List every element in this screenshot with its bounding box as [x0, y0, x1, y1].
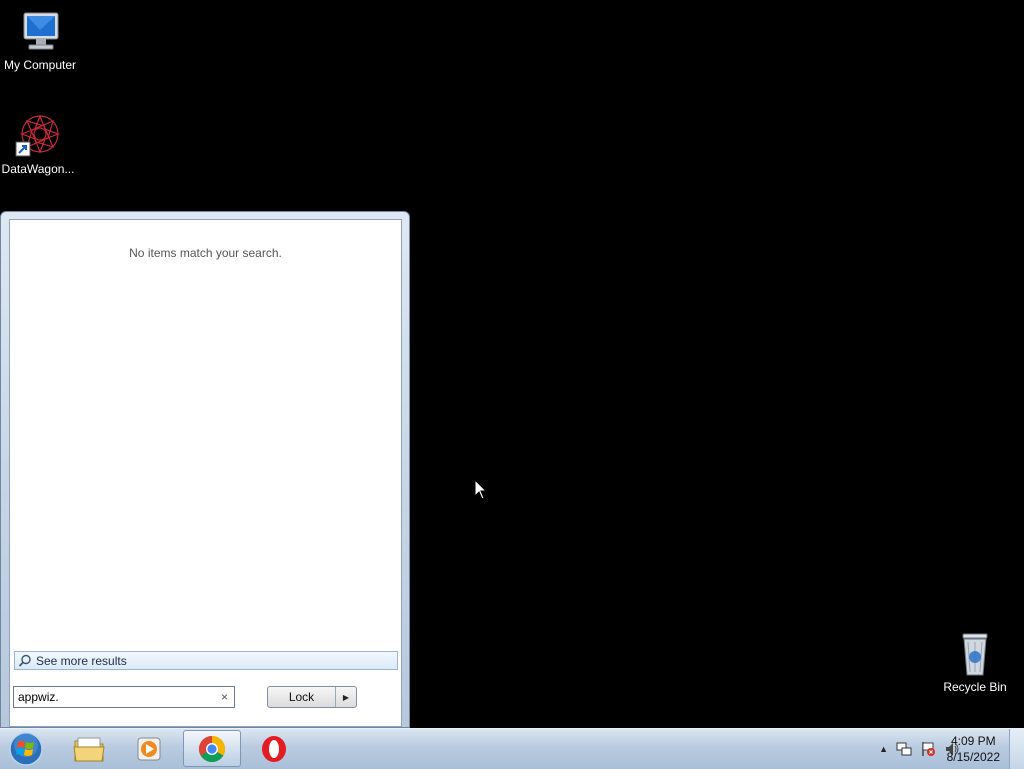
- desktop-icon-recycle-bin[interactable]: Recycle Bin: [935, 630, 1015, 694]
- media-player-icon: [137, 737, 161, 760]
- computer-icon: [23, 12, 59, 50]
- opera-icon: [262, 735, 286, 762]
- recycle-bin-icon: [962, 633, 988, 676]
- datawagon-shortcut-icon: [15, 114, 60, 157]
- see-more-results-button[interactable]: See more results: [14, 651, 398, 670]
- taskbar-chrome[interactable]: [183, 730, 241, 767]
- start-menu: No items match your search. See more res…: [0, 211, 410, 728]
- clear-search-icon[interactable]: ×: [221, 690, 228, 704]
- search-results-pane: No items match your search. See more res…: [9, 219, 402, 727]
- windows-orb-icon: [9, 732, 43, 766]
- desktop-icon-my-computer[interactable]: My Computer: [0, 8, 80, 72]
- show-hidden-icons-arrow-icon[interactable]: ▲: [879, 744, 888, 754]
- network-icon[interactable]: [896, 741, 912, 757]
- power-options-arrow-icon[interactable]: ▶: [335, 687, 356, 707]
- taskbar-clock[interactable]: 4:09 PM 8/15/2022: [947, 733, 1000, 765]
- power-button-group: Lock ▶: [267, 686, 357, 708]
- desktop-icon-label: Recycle Bin: [943, 680, 1007, 694]
- mouse-cursor-icon: [474, 479, 488, 500]
- taskbar-media-player[interactable]: [121, 730, 179, 767]
- no-results-message: No items match your search.: [129, 246, 282, 260]
- start-search-box[interactable]: ×: [13, 686, 235, 708]
- show-desktop-button[interactable]: [1009, 729, 1024, 769]
- start-button[interactable]: [6, 731, 46, 767]
- taskbar-file-explorer[interactable]: [60, 730, 118, 767]
- clock-time: 4:09 PM: [950, 734, 996, 748]
- desktop-icon-datawagon[interactable]: DataWagon...: [0, 112, 78, 176]
- taskbar-opera[interactable]: [245, 730, 303, 767]
- chrome-icon: [198, 735, 226, 762]
- desktop-icon-label: My Computer: [3, 58, 77, 72]
- search-icon: [18, 654, 31, 667]
- search-input[interactable]: [18, 690, 208, 704]
- lock-button[interactable]: Lock: [268, 687, 335, 707]
- clock-date: 8/15/2022: [946, 750, 1000, 764]
- taskbar: ▲ 4:09 PM 8/15/2022: [0, 728, 1024, 769]
- see-more-results-label: See more results: [36, 653, 127, 668]
- folder-icon: [73, 737, 105, 761]
- action-center-flag-icon[interactable]: [920, 741, 936, 757]
- desktop-icon-label: DataWagon...: [1, 162, 75, 176]
